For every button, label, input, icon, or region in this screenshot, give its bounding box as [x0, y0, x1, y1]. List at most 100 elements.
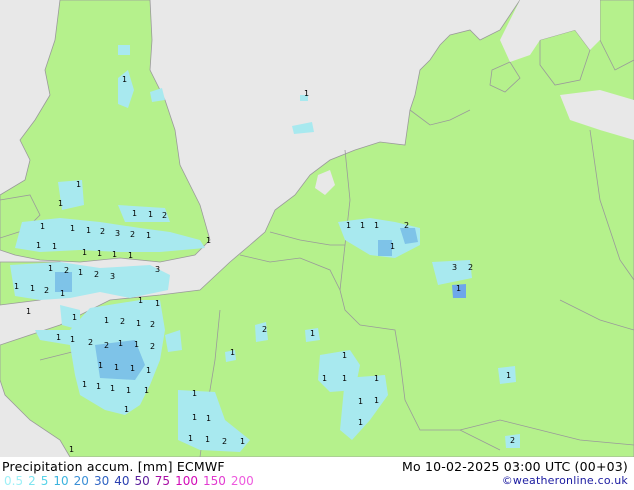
precipitation-value-label: 1 [98, 361, 103, 370]
precipitation-value-label: 1 [146, 366, 151, 375]
precipitation-value-label: 2 [150, 320, 155, 329]
precipitation-value-label: 1 [144, 386, 149, 395]
precipitation-value-label: 1 [240, 437, 245, 446]
precipitation-value-label: 1 [192, 389, 197, 398]
precipitation-value-label: 1 [86, 226, 91, 235]
precipitation-value-label: 1 [70, 224, 75, 233]
precipitation-value-label: 1 [342, 351, 347, 360]
precipitation-value-label: 1 [48, 264, 53, 273]
precipitation-value-label: 1 [205, 435, 210, 444]
precipitation-value-label: 1 [206, 414, 211, 423]
precipitation-value-label: 1 [78, 268, 83, 277]
precipitation-value-label: 1 [52, 242, 57, 251]
precipitation-value-label: 1 [96, 382, 101, 391]
precipitation-value-label: 1 [36, 241, 41, 250]
legend-value: 50 [134, 474, 150, 488]
precipitation-value-label: 1 [114, 363, 119, 372]
precipitation-value-label: 1 [192, 413, 197, 422]
precipitation-value-label: 3 [115, 229, 120, 238]
precipitation-value-label: 1 [374, 221, 379, 230]
precipitation-value-label: 1 [304, 89, 309, 98]
precipitation-value-label: 2 [222, 437, 227, 446]
precipitation-value-label: 1 [130, 364, 135, 373]
precipitation-value-label: 1 [104, 316, 109, 325]
precipitation-value-label: 1 [118, 339, 123, 348]
legend-value: 2 [28, 474, 36, 488]
precipitation-value-label: 1 [122, 75, 127, 84]
precipitation-value-label: 1 [374, 396, 379, 405]
legend-value: 30 [93, 474, 110, 488]
precipitation-value-label: 2 [510, 436, 515, 445]
precipitation-value-label: 1 [230, 348, 235, 357]
footer: Precipitation accum. [mm] ECMWF Mo 10-02… [0, 457, 634, 490]
precipitation-value-label: 1 [390, 242, 395, 251]
precipitation-value-label: 1 [358, 418, 363, 427]
precipitation-value-label: 2 [120, 317, 125, 326]
precipitation-value-label: 1 [56, 333, 61, 342]
legend-value: 10 [53, 474, 69, 488]
precipitation-value-label: 1 [188, 434, 193, 443]
precipitation-value-label: 1 [155, 299, 160, 308]
precipitation-legend: 0.5 2 5 10 20 30 40 50 75 100 150 200 [4, 474, 259, 488]
legend-value: 20 [73, 474, 89, 488]
legend-value: 5 [40, 474, 49, 488]
precipitation-value-label: 1 [124, 405, 129, 414]
precipitation-value-label: 1 [506, 371, 511, 380]
precipitation-value-label: 1 [112, 250, 117, 259]
precipitation-map: 1111112111232111111111212331121111112121… [0, 0, 634, 457]
precipitation-value-label: 2 [404, 221, 409, 230]
precipitation-value-label: 3 [110, 272, 115, 281]
precipitation-value-label: 1 [97, 249, 102, 258]
precipitation-value-label: 1 [206, 236, 211, 245]
precipitation-value-label: 2 [162, 211, 167, 220]
precipitation-value-label: 3 [452, 263, 457, 272]
precipitation-value-label: 1 [136, 319, 141, 328]
precipitation-value-label: 1 [58, 199, 63, 208]
precipitation-value-label: 1 [26, 307, 31, 316]
precipitation-value-label: 1 [72, 313, 77, 322]
precipitation-value-label: 3 [155, 265, 160, 274]
precipitation-value-label: 1 [60, 289, 65, 298]
precipitation-value-label: 1 [138, 296, 143, 305]
precipitation-value-label: 1 [69, 445, 74, 454]
precipitation-value-label: 1 [76, 180, 81, 189]
precipitation-value-label: 1 [82, 248, 87, 257]
precipitation-value-label: 2 [150, 342, 155, 351]
precipitation-value-label: 1 [126, 386, 131, 395]
precipitation-value-label: 1 [40, 222, 45, 231]
precipitation-value-label: 1 [310, 329, 315, 338]
precipitation-value-label: 1 [132, 209, 137, 218]
forecast-datetime: Mo 10-02-2025 03:00 UTC (00+03) [401, 459, 628, 474]
precipitation-value-label: 2 [262, 325, 267, 334]
legend-value: 200 [230, 474, 254, 488]
precipitation-value-label: 1 [374, 374, 379, 383]
precipitation-value-label: 1 [82, 380, 87, 389]
precipitation-value-label: 2 [468, 263, 473, 272]
precipitation-value-label: 2 [64, 266, 69, 275]
legend-value: 40 [114, 474, 130, 488]
precipitation-value-label: 1 [346, 221, 351, 230]
precipitation-value-label: 1 [70, 335, 75, 344]
precipitation-value-label: 2 [130, 230, 135, 239]
legend-value: 100 [175, 474, 198, 488]
precipitation-value-label: 2 [94, 270, 99, 279]
precipitation-value-label: 1 [456, 284, 461, 293]
precipitation-value-label: 2 [104, 341, 109, 350]
credit-link[interactable]: ©weatheronline.co.uk [502, 474, 628, 487]
precipitation-value-label: 1 [128, 251, 133, 260]
precipitation-value-label: 2 [88, 338, 93, 347]
precipitation-value-label: 1 [146, 231, 151, 240]
precipitation-value-label: 1 [134, 340, 139, 349]
precipitation-value-label: 1 [30, 284, 35, 293]
precipitation-value-label: 1 [360, 221, 365, 230]
legend-value: 75 [154, 474, 171, 488]
precipitation-value-label: 1 [342, 374, 347, 383]
legend-value: 0.5 [4, 474, 24, 488]
precipitation-value-label: 1 [322, 374, 327, 383]
map-title: Precipitation accum. [mm] ECMWF [2, 459, 225, 474]
precipitation-value-label: 1 [14, 282, 19, 291]
precipitation-value-label: 1 [110, 384, 115, 393]
precipitation-value-label: 1 [148, 210, 153, 219]
precipitation-value-label: 2 [44, 286, 49, 295]
legend-value: 150 [202, 474, 226, 488]
